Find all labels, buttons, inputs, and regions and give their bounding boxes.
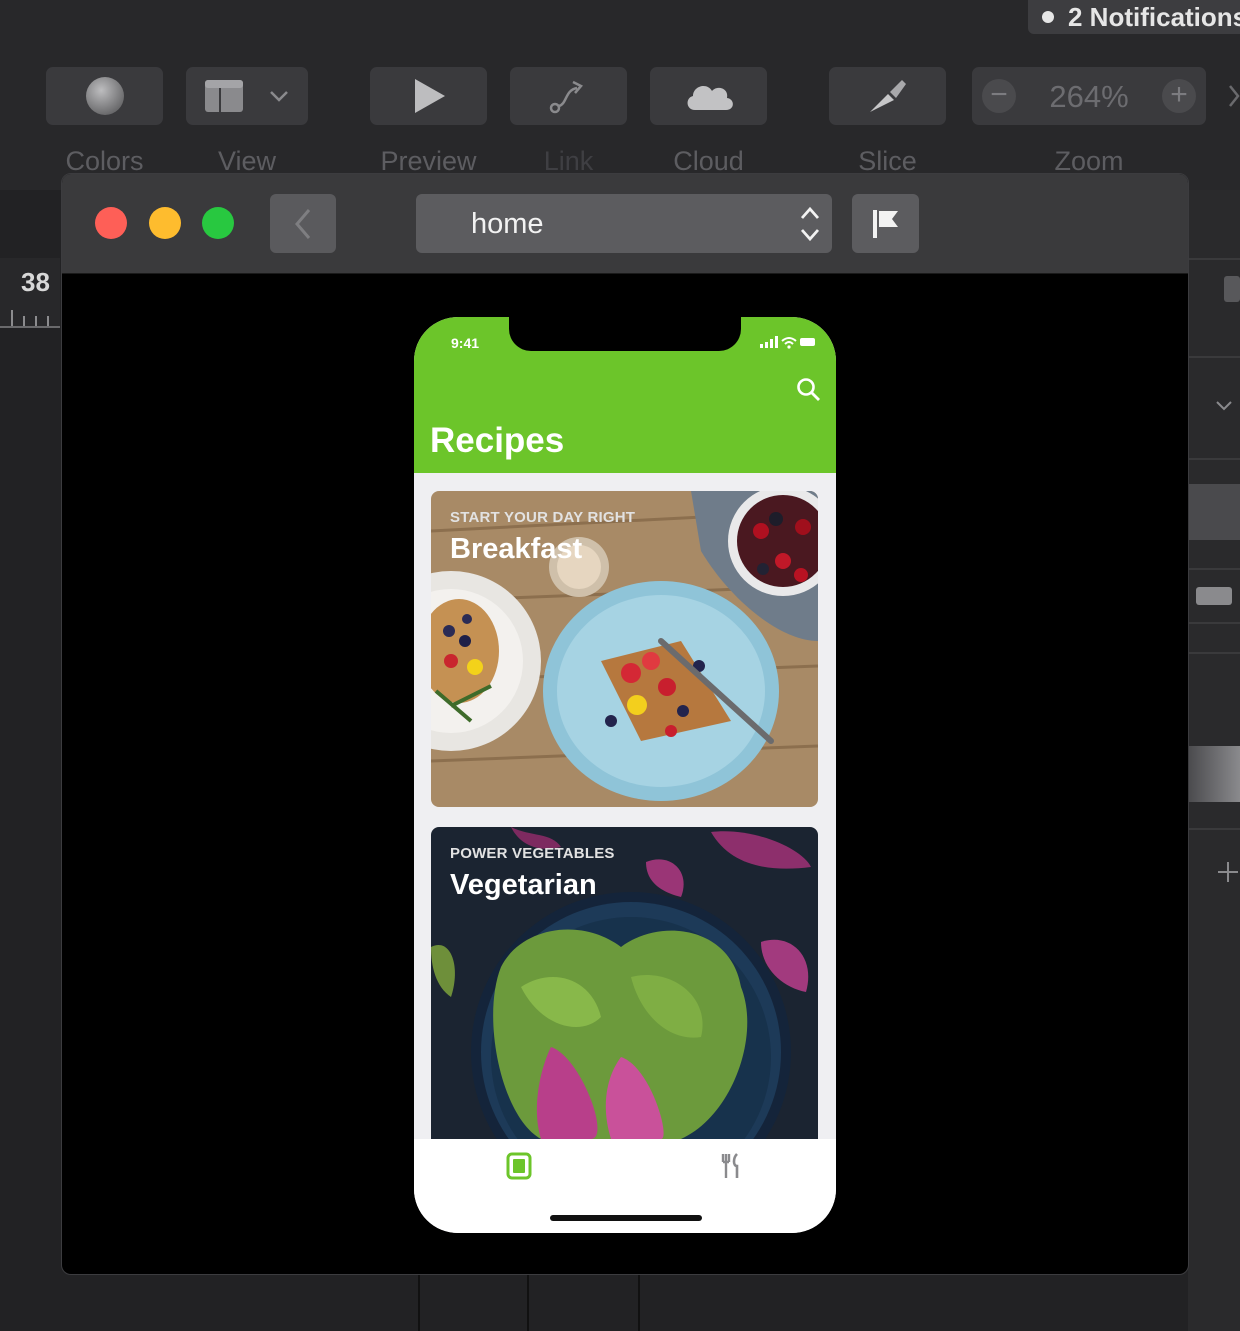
card-title: Breakfast [450,533,583,565]
zoom-window-button[interactable] [202,207,234,239]
notifications-text: 2 Notifications [1068,1,1240,32]
zoom-in-button[interactable]: + [1162,79,1196,113]
ruler-value: 38 [21,267,50,297]
overflow-chevron-icon[interactable] [1228,82,1240,112]
card-title: Vegetarian [450,869,597,901]
close-window-button[interactable] [95,207,127,239]
app-title: Recipes [430,421,565,460]
card-subtitle: START YOUR DAY RIGHT [450,509,636,526]
notification-dot-icon [1042,11,1054,23]
link-icon [549,80,583,114]
add-icon[interactable] [1216,860,1240,884]
select-arrows-icon [800,206,820,242]
inspector-control[interactable] [1224,276,1240,302]
phone-notch [509,317,741,351]
cloud-icon [687,85,733,110]
card-subtitle: POWER VEGETABLES [450,845,615,862]
app-header: 9:41 Recipes [414,317,836,473]
view-icon [205,80,243,112]
fork-knife-icon[interactable] [720,1152,742,1180]
phone-prototype: 9:41 Recipes START YOUR DAY RIGHT Breakf… [414,317,836,1233]
artboard-select[interactable]: home [416,194,832,253]
knife-icon [869,80,906,112]
preview-titlebar: home [62,174,1188,274]
inspector-swatch[interactable] [1196,587,1232,605]
chevron-left-icon [295,208,311,239]
category-card-vegetarian[interactable]: POWER VEGETABLES Vegetarian [431,827,818,1139]
artboard-select-value: home [471,208,544,240]
view-button[interactable] [186,67,308,125]
tab-bar [414,1139,836,1233]
notifications-badge[interactable]: 2 Notifications [1028,0,1240,34]
zoom-value[interactable]: 264% [1032,79,1146,115]
start-point-button[interactable] [852,194,919,253]
inspector-panel [1188,190,1240,1331]
ruler-ticks [0,310,60,328]
preview-button[interactable] [370,67,487,125]
back-button[interactable] [270,194,336,253]
canvas-ruler: 38 [0,258,60,328]
flag-icon [872,209,898,238]
search-icon[interactable] [796,377,822,403]
slice-button[interactable] [829,67,946,125]
colors-icon [85,77,124,115]
preview-window: home 9:41 Recipes START YOUR DAY RIGHT B… [61,173,1189,1275]
minimize-window-button[interactable] [149,207,181,239]
play-icon [414,79,445,113]
home-indicator [550,1215,702,1221]
status-time: 9:41 [451,335,480,351]
inspector-field[interactable] [1188,484,1240,540]
tab-home-icon[interactable] [506,1152,532,1180]
chevron-down-icon[interactable] [1214,398,1234,414]
zoom-out-button[interactable]: − [982,79,1016,113]
sketch-toolbar: 2 Notifications Colors View Preview Link [0,0,1240,190]
chevron-down-icon [270,91,288,102]
link-button[interactable] [510,67,627,125]
inspector-gradient[interactable] [1188,746,1240,802]
colors-button[interactable] [46,67,163,125]
zoom-control: − 264% + [972,67,1206,125]
status-icons [760,336,815,349]
cloud-button[interactable] [650,67,767,125]
category-card-breakfast[interactable]: START YOUR DAY RIGHT Breakfast [431,491,818,807]
